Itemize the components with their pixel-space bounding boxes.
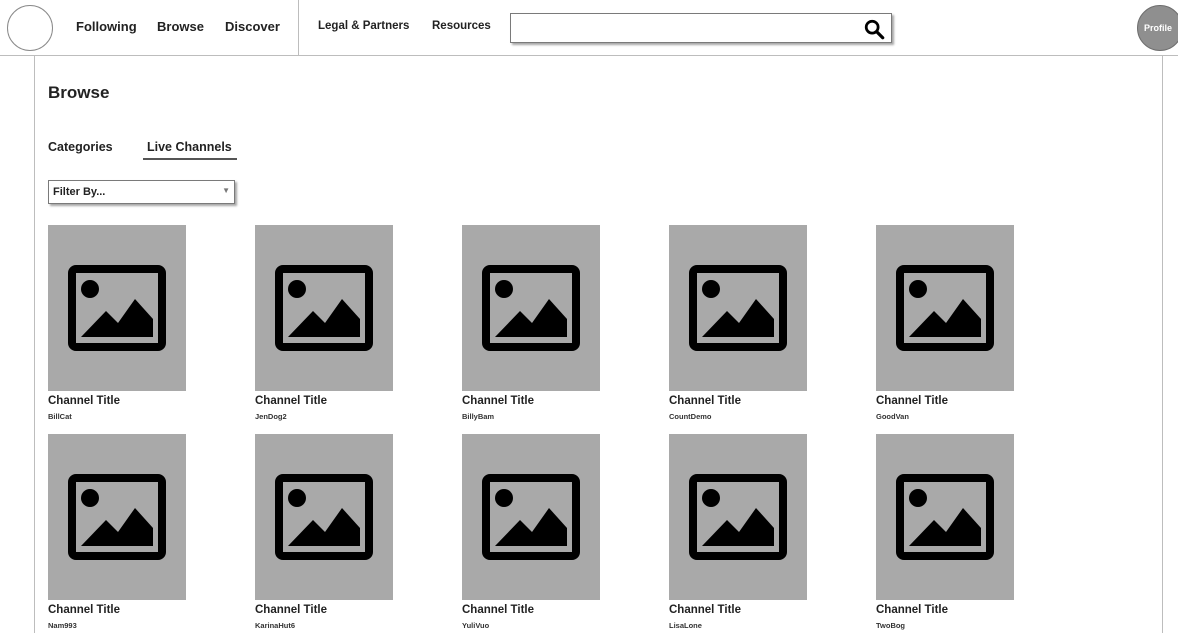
channel-username[interactable]: LisaLone <box>669 621 702 630</box>
nav-resources[interactable]: Resources <box>432 20 491 32</box>
nav-legal-partners[interactable]: Legal & Partners <box>318 20 409 32</box>
search-icon[interactable] <box>863 18 885 40</box>
channel-thumbnail[interactable] <box>255 225 393 391</box>
chevron-down-icon: ▼ <box>222 186 230 195</box>
nav-discover[interactable]: Discover <box>225 19 280 34</box>
channel-username[interactable]: TwoBog <box>876 621 905 630</box>
image-placeholder-icon <box>275 474 373 560</box>
channel-thumbnail[interactable] <box>48 225 186 391</box>
channel-title[interactable]: Channel Title <box>48 604 120 616</box>
profile-button[interactable]: Profile <box>1137 5 1178 51</box>
channel-thumbnail[interactable] <box>255 434 393 600</box>
channel-thumbnail[interactable] <box>669 434 807 600</box>
channel-title[interactable]: Channel Title <box>669 604 741 616</box>
content-frame-right <box>1162 56 1163 633</box>
channel-username[interactable]: BillyBam <box>462 412 494 421</box>
tab-categories[interactable]: Categories <box>48 140 113 154</box>
channel-username[interactable]: Nam993 <box>48 621 77 630</box>
channel-username[interactable]: CountDemo <box>669 412 712 421</box>
channel-title[interactable]: Channel Title <box>876 395 948 407</box>
image-placeholder-icon <box>689 474 787 560</box>
channel-title[interactable]: Channel Title <box>462 604 534 616</box>
filter-selected-value: Filter By... <box>53 186 106 198</box>
filter-dropdown[interactable]: Filter By... ▼ <box>48 180 235 204</box>
channel-title[interactable]: Channel Title <box>462 395 534 407</box>
channel-username[interactable]: JenDog2 <box>255 412 287 421</box>
image-placeholder-icon <box>896 474 994 560</box>
channel-title[interactable]: Channel Title <box>255 604 327 616</box>
channel-title[interactable]: Channel Title <box>255 395 327 407</box>
channel-title[interactable]: Channel Title <box>48 395 120 407</box>
nav-browse[interactable]: Browse <box>157 19 204 34</box>
image-placeholder-icon <box>68 474 166 560</box>
channel-username[interactable]: YuliVuo <box>462 621 489 630</box>
image-placeholder-icon <box>275 265 373 351</box>
image-placeholder-icon <box>689 265 787 351</box>
image-placeholder-icon <box>68 265 166 351</box>
top-nav-bar: Following Browse Discover Legal & Partne… <box>0 0 1178 56</box>
page-title: Browse <box>48 83 110 102</box>
channel-thumbnail[interactable] <box>669 225 807 391</box>
channel-thumbnail[interactable] <box>876 225 1014 391</box>
channel-thumbnail[interactable] <box>462 434 600 600</box>
channel-username[interactable]: GoodVan <box>876 412 909 421</box>
logo[interactable] <box>7 5 53 51</box>
search-input[interactable] <box>510 13 892 43</box>
nav-divider <box>298 0 299 56</box>
channel-thumbnail[interactable] <box>876 434 1014 600</box>
active-tab-indicator <box>143 158 237 160</box>
channel-thumbnail[interactable] <box>462 225 600 391</box>
channel-thumbnail[interactable] <box>48 434 186 600</box>
channel-username[interactable]: BillCat <box>48 412 72 421</box>
nav-following[interactable]: Following <box>76 19 137 34</box>
channel-title[interactable]: Channel Title <box>876 604 948 616</box>
channel-title[interactable]: Channel Title <box>669 395 741 407</box>
image-placeholder-icon <box>482 265 580 351</box>
content-frame-left <box>34 56 35 633</box>
image-placeholder-icon <box>482 474 580 560</box>
image-placeholder-icon <box>896 265 994 351</box>
channel-username[interactable]: KarinaHut6 <box>255 621 295 630</box>
tab-live-channels[interactable]: Live Channels <box>147 140 232 154</box>
